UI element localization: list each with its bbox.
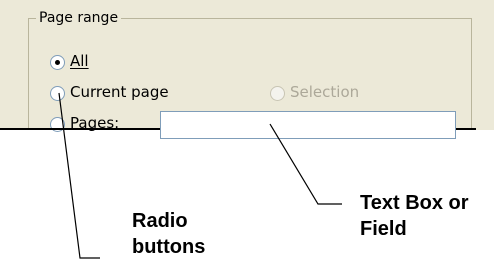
radio-buttons-callout: Radio buttons xyxy=(132,210,206,258)
text-box-callout: Text Box or Field xyxy=(360,192,469,240)
textbox-callout-line xyxy=(269,123,342,205)
radio-callout-line xyxy=(58,92,100,259)
